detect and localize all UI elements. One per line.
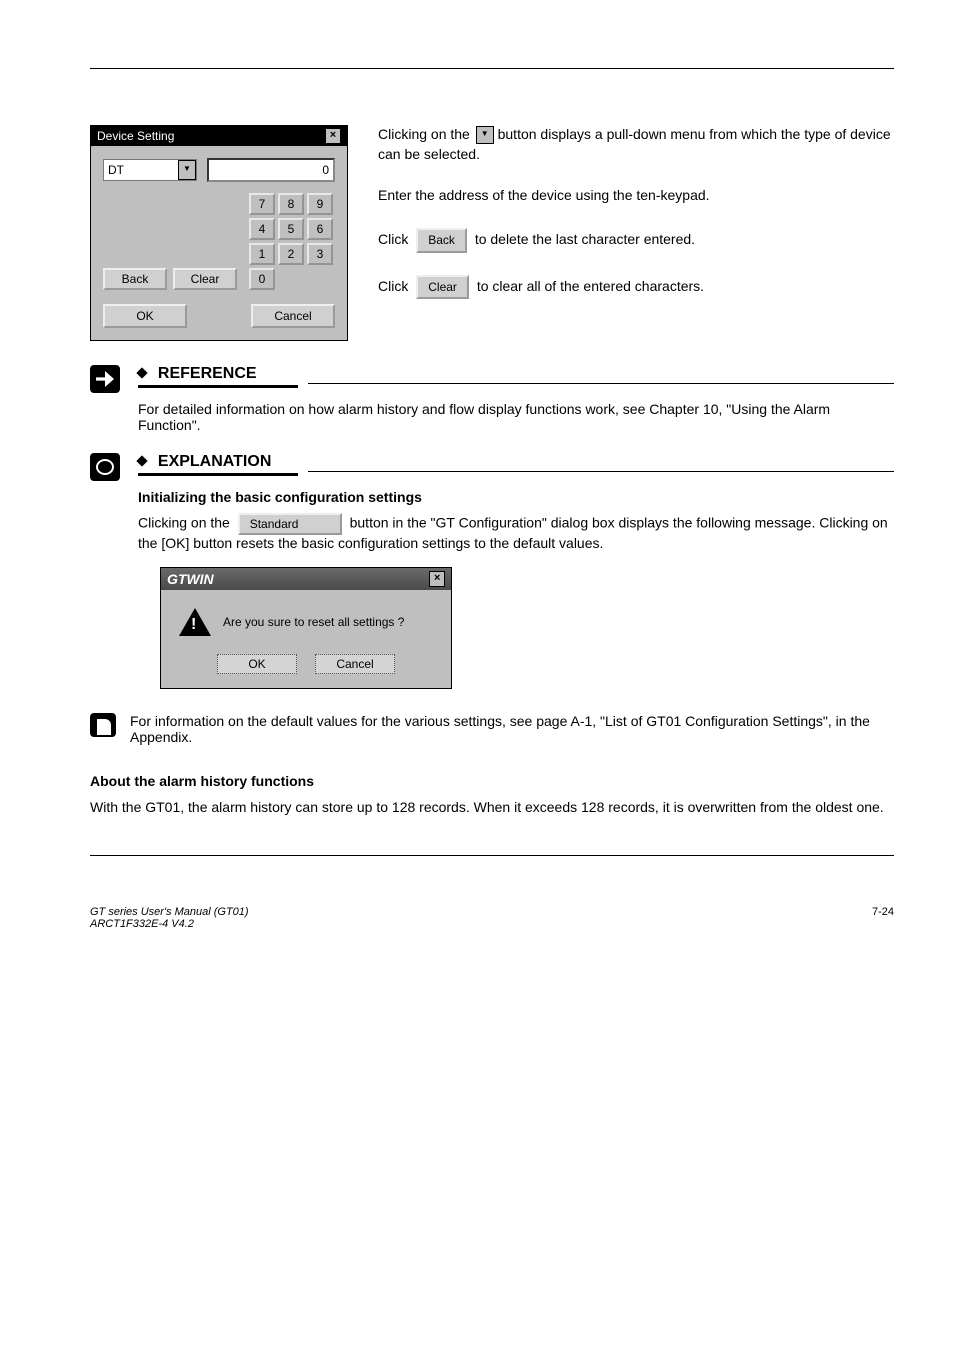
key-1[interactable]: 1 <box>249 243 275 265</box>
reference-icon <box>90 365 120 393</box>
chevron-down-icon[interactable]: ▼ <box>178 160 196 180</box>
device-address-input[interactable]: 0 <box>207 158 335 182</box>
key-4[interactable]: 4 <box>249 218 275 240</box>
bottom-reference: For information on the default values fo… <box>130 713 894 745</box>
clear-button-inline: Clear <box>416 275 469 300</box>
cancel-button[interactable]: Cancel <box>251 304 335 328</box>
bullet-icon <box>136 367 147 378</box>
close-icon[interactable]: × <box>429 571 445 587</box>
gtwin-cancel-button[interactable]: Cancel <box>315 654 395 674</box>
device-type-value: DT <box>104 163 178 177</box>
ok-button[interactable]: OK <box>103 304 187 328</box>
description-text: Clicking on the ▼ button displays a pull… <box>378 125 894 341</box>
close-icon[interactable]: × <box>325 128 341 144</box>
device-type-select[interactable]: DT ▼ <box>103 159 197 181</box>
chevron-down-icon: ▼ <box>476 126 494 144</box>
reference-heading: REFERENCE <box>158 365 257 382</box>
bullet-icon <box>136 455 147 466</box>
back-button-inline: Back <box>416 228 467 253</box>
alarm-history-heading: About the alarm history functions <box>90 773 894 789</box>
gtwin-title: GTWIN <box>167 571 214 587</box>
explanation-body: Clicking on the Standard button in the "… <box>138 513 894 551</box>
key-8[interactable]: 8 <box>278 193 304 215</box>
device-setting-dialog: Device Setting × DT ▼ 0 Back C <box>90 125 348 341</box>
key-7[interactable]: 7 <box>249 193 275 215</box>
gtwin-dialog: GTWIN × Are you sure to reset all settin… <box>160 567 452 689</box>
gtwin-ok-button[interactable]: OK <box>217 654 297 674</box>
back-button[interactable]: Back <box>103 268 167 290</box>
warning-icon <box>179 608 211 636</box>
footer-page-number: 7-24 <box>872 906 894 930</box>
dialog-titlebar: Device Setting × <box>91 126 347 146</box>
key-9[interactable]: 9 <box>307 193 333 215</box>
page-footer: GT series User's Manual (GT01) ARCT1F332… <box>0 896 954 950</box>
alarm-history-body: With the GT01, the alarm history can sto… <box>90 799 894 815</box>
gtwin-titlebar: GTWIN × <box>161 568 451 590</box>
gtwin-message: Are you sure to reset all settings ? <box>223 615 404 629</box>
key-2[interactable]: 2 <box>278 243 304 265</box>
key-6[interactable]: 6 <box>307 218 333 240</box>
standard-button-inline: Standard <box>238 513 342 535</box>
explanation-heading: EXPLANATION <box>158 453 271 470</box>
keypad: 7 8 9 4 5 6 1 2 3 0 <box>249 193 333 290</box>
dialog-title: Device Setting <box>97 129 174 143</box>
key-5[interactable]: 5 <box>278 218 304 240</box>
explanation-subhead: Initializing the basic configuration set… <box>138 489 894 505</box>
key-3[interactable]: 3 <box>307 243 333 265</box>
reference-body: For detailed information on how alarm hi… <box>138 401 894 433</box>
footer-left: GT series User's Manual (GT01) ARCT1F332… <box>90 906 249 930</box>
clear-button[interactable]: Clear <box>173 268 237 290</box>
explanation-icon <box>90 453 120 481</box>
key-0[interactable]: 0 <box>249 268 275 290</box>
document-icon <box>90 713 116 737</box>
